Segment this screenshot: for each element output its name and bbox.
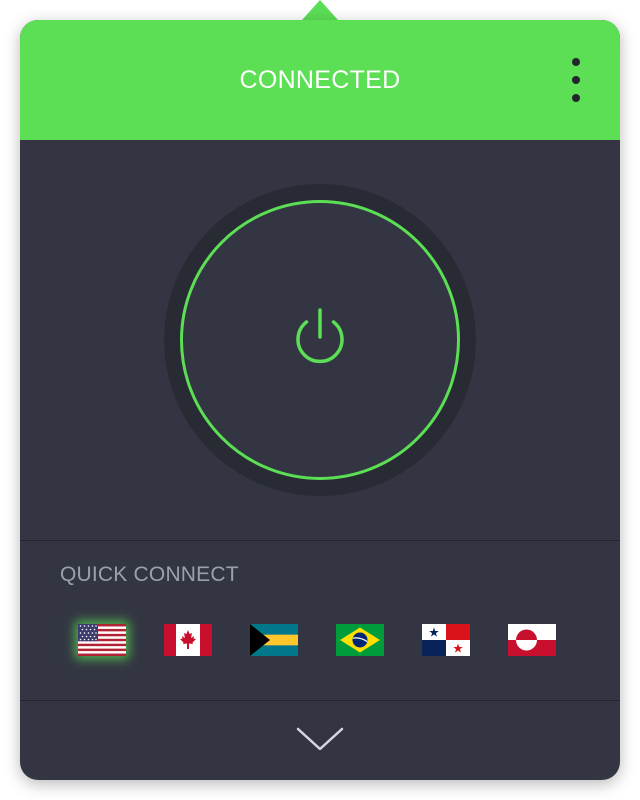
- power-icon: [296, 308, 344, 364]
- power-button-ring: [164, 184, 476, 496]
- quick-connect-flag-panama[interactable]: [422, 624, 470, 656]
- vertical-dots-icon-middle: [572, 76, 580, 84]
- footer-divider: [20, 700, 620, 701]
- panama-flag-icon: [422, 624, 470, 656]
- bahamas-flag-icon: [250, 624, 298, 656]
- quick-connect-flag-greenland[interactable]: [508, 624, 556, 656]
- popup-pointer: [302, 0, 338, 20]
- vpn-panel: CONNECTED QUICK CONNECT: [20, 20, 620, 780]
- quick-connect-flag-bahamas[interactable]: [250, 624, 298, 656]
- greenland-flag-icon: [508, 624, 556, 656]
- status-header: CONNECTED: [20, 20, 620, 140]
- quick-connect-divider: [20, 540, 620, 541]
- connection-status-title: CONNECTED: [239, 66, 401, 94]
- quick-connect-flag-canada[interactable]: [164, 624, 212, 656]
- vertical-dots-icon-bottom: [572, 94, 580, 102]
- vertical-dots-icon: [572, 58, 580, 66]
- quick-connect-flag-brazil[interactable]: [336, 624, 384, 656]
- more-options-button[interactable]: [566, 58, 586, 102]
- vpn-popup: CONNECTED QUICK CONNECT: [0, 0, 640, 800]
- quick-connect-label: QUICK CONNECT: [60, 563, 239, 586]
- us-flag-icon: [78, 624, 126, 656]
- power-toggle-button[interactable]: [180, 200, 460, 480]
- chevron-down-icon: [296, 727, 344, 751]
- expand-panel-button[interactable]: [294, 720, 346, 756]
- brazil-flag-icon: [336, 624, 384, 656]
- quick-connect-flag-us[interactable]: [78, 624, 126, 656]
- canada-flag-icon: [164, 624, 212, 656]
